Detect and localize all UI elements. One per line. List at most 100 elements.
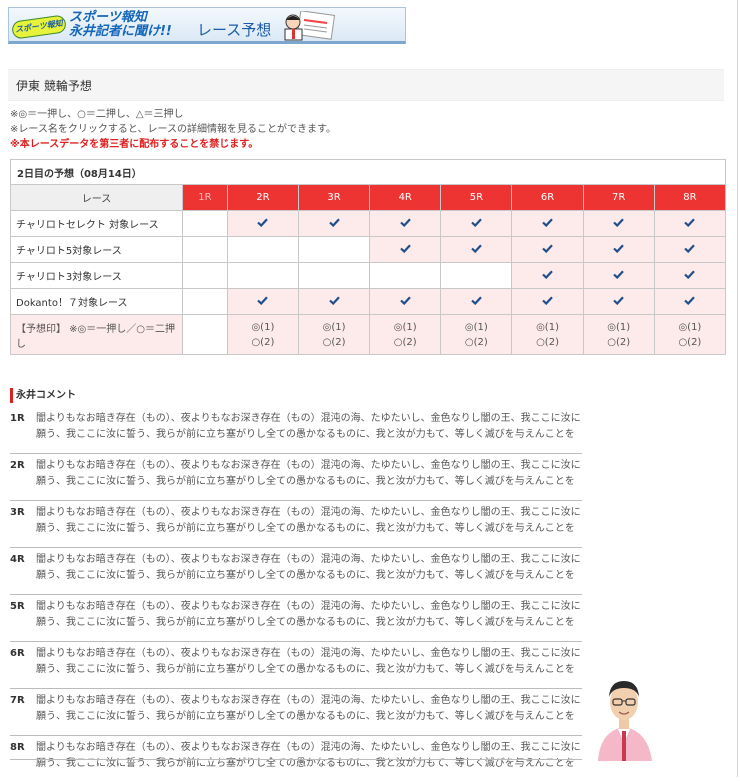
comment-text: 闇よりもなお暗き存在（もの）、夜よりもなお深き存在（もの）混沌の海、たゆたいし、… [36,601,581,628]
note-legend: ※◎＝一押し、○＝二押し、△＝三押し [10,109,184,120]
race-header-row: レース 1R 2R 3R 4R 5R 6R 7R 8R [10,184,727,211]
page-title-bar: 伊東 競輪予想 [8,69,724,101]
checkmark-icon [613,295,624,305]
empty-cell [182,236,228,263]
comment-text: 闇よりもなお暗き存在（もの）、夜よりもなお深き存在（もの）混沌の海、たゆたいし、… [36,742,581,769]
check-cell [440,236,513,263]
mark-cell-4r: ◎(1) ○(2) [369,314,442,355]
check-cell [369,236,442,263]
comment-race-number: 6R [10,648,25,659]
check-cell [653,262,727,289]
empty-cell [226,262,299,289]
check-cell [226,210,299,237]
reporter-illustration-icon [284,11,336,41]
comment-race-number: 3R [10,507,25,518]
check-cell [369,288,442,315]
checkmark-icon [542,269,553,279]
check-cell [511,262,584,289]
comment-race-number: 2R [10,460,25,471]
comment-item: 6R 闇よりもなお暗き存在（もの）、夜よりもなお深き存在（もの）混沌の海、たゆたい… [10,642,582,689]
comment-section-title: 永井コメント [10,388,76,403]
target-row-label: チャリロトセレクト 対象レース [10,210,183,237]
comment-item: 3R 闇よりもなお暗き存在（もの）、夜よりもなお深き存在（もの）混沌の海、たゆたい… [10,501,582,548]
comment-race-number: 7R [10,695,25,706]
mark-cell-2r: ◎(1) ○(2) [226,314,299,355]
mark-second: ○(2) [393,336,417,348]
comment-text: 闇よりもなお暗き存在（もの）、夜よりもなお深き存在（もの）混沌の海、たゆたいし、… [36,554,581,581]
target-row: チャリロト5対象レース [10,236,727,263]
target-row-label: チャリロト5対象レース [10,236,183,263]
empty-cell [297,236,371,263]
checkmark-icon [328,217,340,227]
mark-cell-5r: ◎(1) ○(2) [440,314,513,355]
mark-first: ◎(1) [393,321,417,333]
race-link-2r[interactable]: 2R [226,184,299,211]
check-cell [582,288,655,315]
page-right-border [737,0,738,777]
race-link-5r[interactable]: 5R [440,184,513,211]
mark-second: ○(2) [464,336,488,348]
checkmark-icon [684,243,696,253]
reporter-photo [598,681,652,761]
check-cell [582,210,655,237]
empty-cell [182,210,228,237]
race-link-1r[interactable]: 1R [182,184,228,211]
checkmark-icon [328,295,340,305]
race-link-4r[interactable]: 4R [369,184,442,211]
mark-first: ◎(1) [536,321,559,333]
table-caption: 2日目の予想（08月14日） [10,159,726,185]
race-link-8r[interactable]: 8R [653,184,727,211]
target-row-label: チャリロト3対象レース [10,262,183,289]
race-link-7r[interactable]: 7R [582,184,655,211]
checkmark-icon [399,295,411,305]
empty-cell [182,288,228,315]
race-link-3r[interactable]: 3R [297,184,371,211]
target-row-label: Dokanto！７対象レース [10,288,183,315]
checkmark-icon [471,243,482,253]
comment-race-number: 4R [10,554,25,565]
comment-race-number: 8R [10,742,25,753]
check-cell [440,288,513,315]
check-cell [369,210,442,237]
mark-cell-6r: ◎(1) ○(2) [511,314,584,355]
empty-cell [440,262,513,289]
checkmark-icon [399,217,411,227]
target-row: チャリロトセレクト 対象レース [10,210,727,237]
check-cell [653,236,727,263]
checkmark-icon [257,217,269,227]
mark-second: ○(2) [536,336,559,348]
mark-second: ○(2) [678,336,702,348]
comment-item: 5R 闇よりもなお暗き存在（もの）、夜よりもなお深き存在（もの）混沌の海、たゆたい… [10,595,582,642]
comment-item: 2R 闇よりもなお暗き存在（もの）、夜よりもなお深き存在（もの）混沌の海、たゆたい… [10,454,582,501]
note-click-hint: ※レース名をクリックすると、レースの詳細情報を見ることができます。 [10,124,336,135]
comment-item: 7R 闇よりもなお暗き存在（もの）、夜よりもなお深き存在（もの）混沌の海、たゆたい… [10,689,582,736]
mark-first: ◎(1) [607,321,631,333]
mark-cell-3r: ◎(1) ○(2) [297,314,371,355]
check-cell [582,262,655,289]
target-row: チャリロト3対象レース [10,262,727,289]
checkmark-icon [471,295,482,305]
mark-first: ◎(1) [464,321,488,333]
check-cell [582,236,655,263]
mark-second: ○(2) [251,336,275,348]
prediction-mark-row: 【予想印】 ※◎＝一押し／○＝二押し ◎(1) ○(2) ◎(1) ○(2) ◎(1) ○… [10,314,727,355]
checkmark-icon [684,217,696,227]
banner-title-line2: 永井記者に聞け!! [69,24,172,39]
prediction-table: 2日目の予想（08月14日） レース 1R 2R 3R 4R 5R 6R 7R 8R チャリロ… [10,159,727,355]
checkmark-icon [684,269,696,279]
check-cell [653,288,727,315]
banner-race-title: レース予想 [197,21,272,39]
checkmark-icon [613,269,624,279]
site-banner[interactable]: スポーツ報知 スポーツ報知 永井記者に聞け!! レース予想 [8,7,406,44]
empty-cell [226,236,299,263]
checkmark-icon [471,217,482,227]
target-row: Dokanto！７対象レース [10,288,727,315]
race-link-6r[interactable]: 6R [511,184,584,211]
banner-title-line1: スポーツ報知 [69,10,147,25]
check-cell [653,210,727,237]
notes: ※◎＝一押し、○＝二押し、△＝三押し ※レース名をクリックすると、レースの詳細情… [10,107,336,152]
check-cell [440,210,513,237]
mark-second: ○(2) [322,336,346,348]
hochi-logo: スポーツ報知 [11,14,67,40]
comment-text: 闇よりもなお暗き存在（もの）、夜よりもなお深き存在（もの）混沌の海、たゆたいし、… [36,460,581,487]
